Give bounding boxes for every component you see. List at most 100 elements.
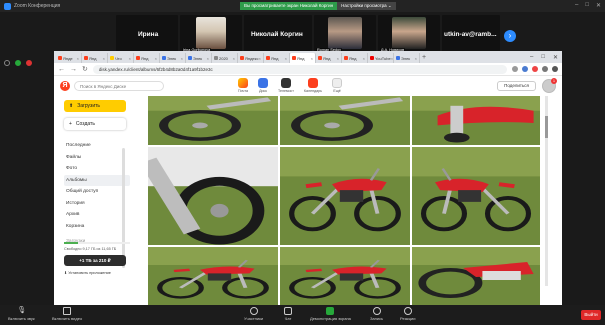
- url-field[interactable]: disk.yandex.ru/client/albums/6f2b4d8b2a0…: [92, 64, 507, 74]
- album-photo[interactable]: [280, 147, 410, 245]
- tab-close-icon[interactable]: ×: [415, 56, 417, 61]
- tab-close-icon[interactable]: ×: [337, 56, 339, 61]
- sidebar-item[interactable]: Файлы: [64, 152, 130, 164]
- tab-close-icon[interactable]: ×: [233, 56, 235, 61]
- install-app-link[interactable]: ⬇ Установить приложение: [64, 270, 130, 275]
- tab-close-icon[interactable]: ×: [285, 56, 287, 61]
- participant-tile[interactable]: utkin-av@ramb...: [442, 15, 500, 53]
- sidebar-item[interactable]: Архив: [64, 209, 130, 221]
- browser-tab[interactable]: Янде ×: [56, 53, 82, 63]
- maximize-icon[interactable]: □: [585, 2, 589, 9]
- album-photo[interactable]: [412, 147, 540, 245]
- create-label: Создать: [75, 121, 95, 127]
- browser-tab[interactable]: Что ×: [108, 53, 134, 63]
- next-participants-button[interactable]: ›: [504, 30, 516, 42]
- service-mail[interactable]: Почта: [238, 78, 248, 93]
- leave-meeting-button[interactable]: Выйти: [581, 310, 601, 320]
- tab-close-icon[interactable]: ×: [103, 56, 105, 61]
- start-video-button[interactable]: Включить видео: [52, 307, 82, 321]
- tab-close-icon[interactable]: ×: [155, 56, 157, 61]
- tab-close-icon[interactable]: ×: [77, 56, 79, 61]
- browser-tab[interactable]: Элек ×: [160, 53, 186, 63]
- browser-tab[interactable]: Янд ×: [264, 53, 290, 63]
- share-screen-button[interactable]: Демонстрация экрана: [310, 307, 351, 321]
- tab-close-icon[interactable]: ×: [363, 56, 365, 61]
- browser-tab[interactable]: Элек ×: [394, 53, 420, 63]
- sidebar-item[interactable]: История: [64, 198, 130, 210]
- toolbar-label: Чат: [284, 316, 292, 321]
- smiley-icon: [403, 307, 412, 315]
- zoom-right-scrollbar[interactable]: [567, 56, 571, 306]
- security-shield-icon[interactable]: [15, 60, 21, 66]
- participant-tile[interactable]: Roman Sedov: [314, 15, 376, 53]
- extension-icon[interactable]: [522, 66, 528, 72]
- tab-close-icon[interactable]: ×: [181, 56, 183, 61]
- menu-icon[interactable]: [552, 66, 558, 72]
- participant-strip: Ирина Irina Gorbunova Николай Коргин Rom…: [0, 12, 605, 54]
- close-icon[interactable]: ✕: [553, 54, 558, 61]
- record-button[interactable]: Запись: [370, 307, 383, 321]
- browser-tab[interactable]: 2020 ×: [212, 53, 238, 63]
- extension-icon[interactable]: [532, 66, 538, 72]
- reactions-button[interactable]: Реакции: [400, 307, 415, 321]
- service-telemost[interactable]: Телемост: [278, 78, 294, 93]
- sidebar-item[interactable]: Фото: [64, 163, 130, 175]
- participant-tile[interactable]: Irina Gorbunova: [180, 15, 242, 53]
- browser-tab[interactable]: Яндекс ×: [238, 53, 264, 63]
- profile-icon[interactable]: [542, 66, 548, 72]
- unmute-button[interactable]: 🎙 Включить звук: [8, 307, 35, 321]
- browser-tab[interactable]: Янд ×: [290, 53, 316, 63]
- album-photo[interactable]: [148, 147, 278, 245]
- participants-button[interactable]: Участники: [244, 307, 263, 321]
- buy-storage-button[interactable]: +1 ТБ за 210 ₽: [64, 255, 126, 266]
- forward-icon[interactable]: →: [70, 66, 77, 73]
- service-more[interactable]: Ещё: [332, 78, 343, 93]
- service-calendar[interactable]: Календарь: [304, 78, 322, 93]
- minimize-icon[interactable]: –: [530, 54, 533, 61]
- reload-icon[interactable]: ↻: [82, 65, 88, 73]
- browser-tab[interactable]: Янд ×: [82, 53, 108, 63]
- info-icon[interactable]: [4, 60, 10, 66]
- tab-close-icon[interactable]: ×: [259, 56, 261, 61]
- participant-tile[interactable]: Д.А. Новиков: [378, 15, 440, 53]
- minimize-icon[interactable]: –: [575, 2, 578, 9]
- view-options-button[interactable]: Настройки просмотра ⌄: [337, 2, 396, 10]
- browser-extensions: [512, 66, 558, 72]
- album-photo[interactable]: [148, 247, 278, 306]
- sidebar-item[interactable]: Общий доступ: [64, 186, 130, 198]
- tab-close-icon[interactable]: ×: [391, 56, 393, 61]
- maximize-icon[interactable]: □: [541, 54, 545, 61]
- tab-close-icon[interactable]: ×: [129, 56, 131, 61]
- grid-scrollbar[interactable]: [545, 96, 548, 286]
- album-photo[interactable]: [148, 96, 278, 145]
- browser-tab[interactable]: Янд ×: [316, 53, 342, 63]
- participant-tile[interactable]: Николай Коргин: [244, 15, 312, 53]
- chat-button[interactable]: Чат: [284, 307, 292, 321]
- sidebar-item[interactable]: Альбомы: [64, 174, 130, 186]
- new-tab-button[interactable]: +: [420, 53, 428, 63]
- yandex-logo-icon[interactable]: Я: [60, 81, 70, 91]
- upload-button[interactable]: ⬆ Загрузить: [64, 100, 126, 112]
- tab-close-icon[interactable]: ×: [311, 56, 313, 61]
- browser-tab[interactable]: Янд ×: [342, 53, 368, 63]
- back-icon[interactable]: ←: [58, 66, 65, 73]
- share-button[interactable]: Поделиться: [497, 81, 536, 91]
- create-button[interactable]: + Создать: [64, 118, 126, 130]
- tab-close-icon[interactable]: ×: [207, 56, 209, 61]
- album-photo[interactable]: [412, 96, 540, 145]
- service-disk[interactable]: Диск: [258, 78, 268, 93]
- browser-tab[interactable]: YouTube ×: [368, 53, 394, 63]
- disk-search-input[interactable]: [74, 81, 164, 91]
- sidebar-item[interactable]: Корзина: [64, 221, 130, 233]
- disk-header: Я Почта Диск Телемост Календарь: [54, 76, 562, 96]
- album-photo[interactable]: [280, 96, 410, 145]
- user-avatar[interactable]: 1: [542, 78, 557, 93]
- browser-tab[interactable]: Янд ×: [134, 53, 160, 63]
- album-photo[interactable]: [280, 247, 410, 306]
- participant-tile[interactable]: Ирина: [116, 15, 178, 53]
- album-photo[interactable]: [412, 247, 540, 306]
- close-icon[interactable]: ✕: [596, 2, 601, 9]
- browser-tab[interactable]: Элек ×: [186, 53, 212, 63]
- extension-icon[interactable]: [512, 66, 518, 72]
- sidebar-item[interactable]: Последние: [64, 140, 130, 152]
